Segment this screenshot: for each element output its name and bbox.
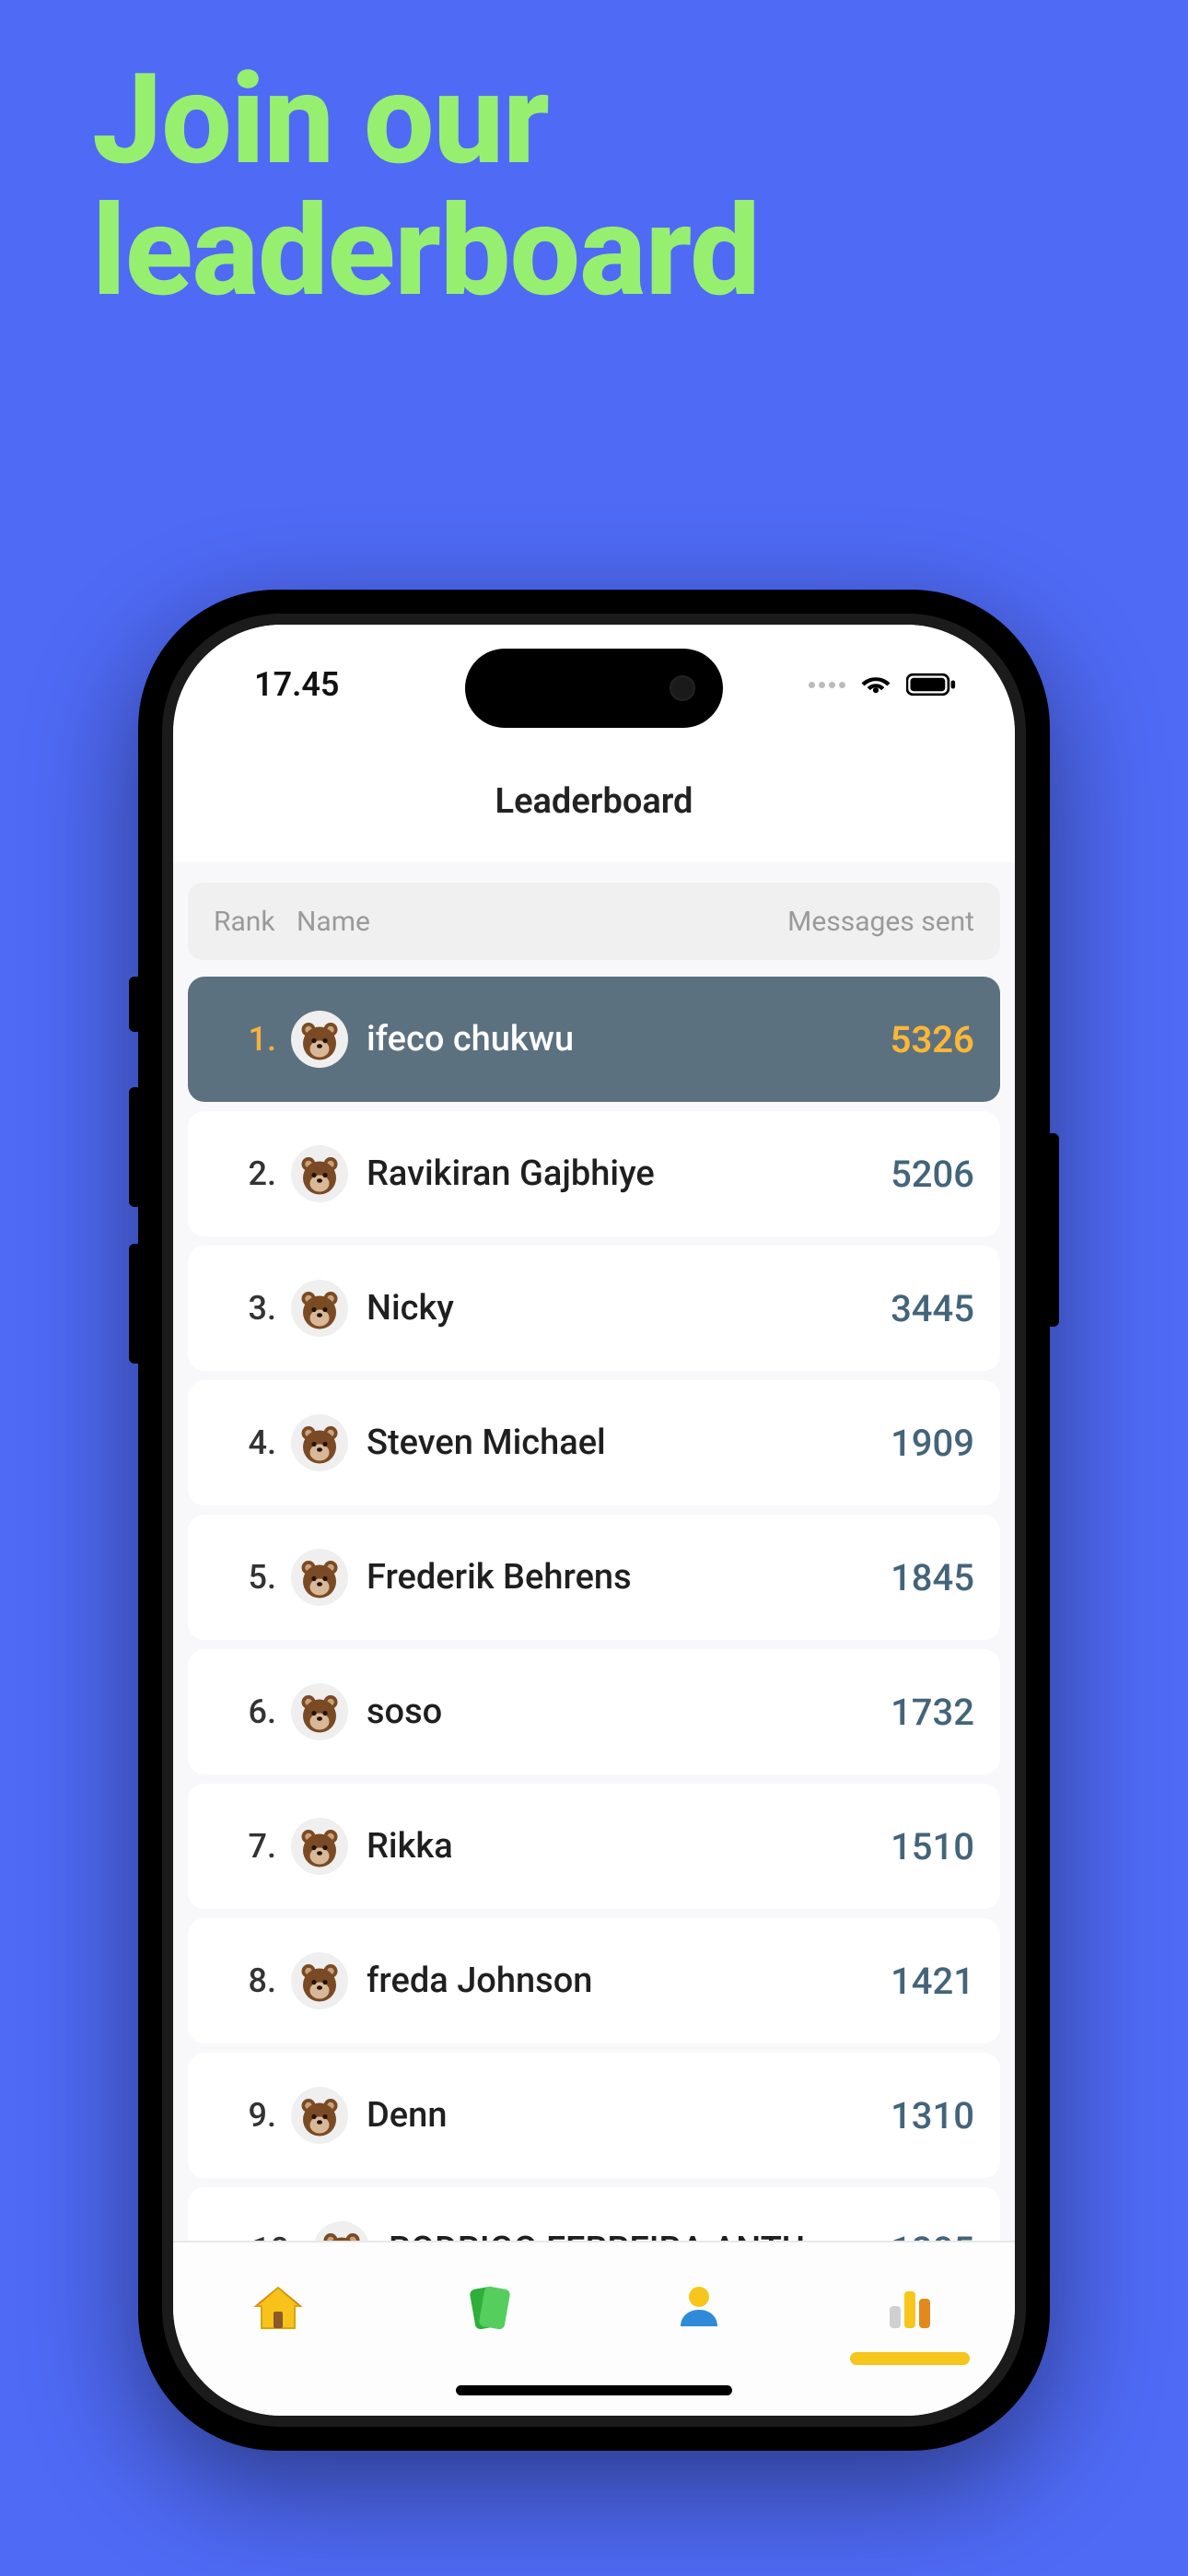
avatar xyxy=(313,2221,370,2241)
status-time: 17.45 xyxy=(254,665,340,704)
user-name: Nicky xyxy=(367,1288,891,1329)
rank-number: 1. xyxy=(214,1020,284,1059)
phone-frame: 17.45 Leaderboard Ra xyxy=(138,590,1050,2451)
cards-icon xyxy=(460,2278,518,2337)
messages-count: 1310 xyxy=(891,2094,974,2137)
rank-number: 3. xyxy=(214,1289,284,1328)
leaderboard-row[interactable]: 6. soso 1732 xyxy=(188,1649,1000,1774)
user-name: Rikka xyxy=(367,1826,891,1867)
status-indicators xyxy=(809,673,956,697)
cellular-icon xyxy=(809,682,845,688)
leaderboard-row[interactable]: 5. Frederik Behrens 1845 xyxy=(188,1515,1000,1640)
avatar xyxy=(291,1818,348,1875)
column-name: Name xyxy=(297,906,787,938)
leaderboard-row[interactable]: 4. Steven Michael 1909 xyxy=(188,1380,1000,1505)
avatar xyxy=(291,1011,348,1068)
rank-number: 5. xyxy=(214,1558,284,1597)
rank-number: 4. xyxy=(214,1423,284,1462)
rank-number: 9. xyxy=(214,2096,284,2135)
rank-number: 8. xyxy=(214,1961,284,2000)
leaderboard-row[interactable]: 9. Denn 1310 xyxy=(188,2053,1000,2178)
avatar xyxy=(291,1414,348,1471)
user-name: Ravikiran Gajbhiye xyxy=(367,1153,891,1194)
wifi-icon xyxy=(860,673,891,697)
user-name: Frederik Behrens xyxy=(367,1557,891,1598)
app-header: Leaderboard xyxy=(173,744,1015,862)
messages-count: 1510 xyxy=(891,1825,974,1868)
messages-count: 1909 xyxy=(891,1422,974,1465)
leaderboard-row[interactable]: 3. Nicky 3445 xyxy=(188,1246,1000,1371)
page-title: Leaderboard xyxy=(173,781,1015,822)
messages-count: 1285 xyxy=(891,2229,974,2242)
bars-icon xyxy=(880,2278,939,2337)
tab-profile[interactable] xyxy=(630,2262,768,2354)
column-messages: Messages sent xyxy=(787,906,974,938)
rank-number: 6. xyxy=(214,1692,284,1731)
avatar xyxy=(291,1683,348,1740)
messages-count: 5326 xyxy=(891,1018,974,1061)
column-rank: Rank xyxy=(214,906,297,938)
messages-count: 3445 xyxy=(891,1287,974,1330)
hero-title: Join our leaderboard xyxy=(92,55,760,319)
user-name: RODRIGO FERREIRA ANTU… xyxy=(389,2230,891,2241)
phone-screen: 17.45 Leaderboard Ra xyxy=(173,625,1015,2416)
avatar xyxy=(291,2087,348,2144)
avatar xyxy=(291,1549,348,1606)
tab-home[interactable] xyxy=(209,2262,347,2354)
messages-count: 1421 xyxy=(891,1960,974,2003)
leaderboard-row[interactable]: 1. ifeco chukwu 5326 xyxy=(188,977,1000,1102)
messages-count: 1845 xyxy=(891,1556,974,1599)
user-name: ifeco chukwu xyxy=(367,1019,891,1060)
person-icon xyxy=(670,2278,728,2337)
rank-number: 10. xyxy=(214,2231,306,2241)
columns-header: Rank Name Messages sent xyxy=(188,883,1000,960)
phone-bezel: 17.45 Leaderboard Ra xyxy=(162,614,1026,2427)
messages-count: 5206 xyxy=(891,1153,974,1196)
user-name: freda Johnson xyxy=(367,1961,891,2001)
rank-number: 7. xyxy=(214,1827,284,1866)
user-name: Steven Michael xyxy=(367,1423,891,1463)
tab-cards[interactable] xyxy=(420,2262,558,2354)
hero-line1: Join our xyxy=(92,55,760,187)
rank-number: 2. xyxy=(214,1154,284,1193)
hero-line2: leaderboard xyxy=(92,187,760,319)
user-name: soso xyxy=(367,1692,891,1732)
leaderboard-row[interactable]: 10. RODRIGO FERREIRA ANTU… 1285 xyxy=(188,2187,1000,2241)
messages-count: 1732 xyxy=(891,1691,974,1734)
leaderboard-row[interactable]: 7. Rikka 1510 xyxy=(188,1784,1000,1909)
home-icon xyxy=(249,2278,308,2337)
home-indicator xyxy=(456,2385,732,2395)
avatar xyxy=(291,1145,348,1202)
battery-icon xyxy=(906,673,956,697)
avatar xyxy=(291,1952,348,2009)
dynamic-island xyxy=(465,649,723,728)
leaderboard-row[interactable]: 2. Ravikiran Gajbhiye 5206 xyxy=(188,1111,1000,1236)
user-name: Denn xyxy=(367,2095,891,2136)
leaderboard-content[interactable]: Rank Name Messages sent 1. ifeco chukwu … xyxy=(173,862,1015,2241)
avatar xyxy=(291,1280,348,1337)
tab-leaderboard[interactable] xyxy=(841,2262,979,2354)
leaderboard-row[interactable]: 8. freda Johnson 1421 xyxy=(188,1918,1000,2043)
